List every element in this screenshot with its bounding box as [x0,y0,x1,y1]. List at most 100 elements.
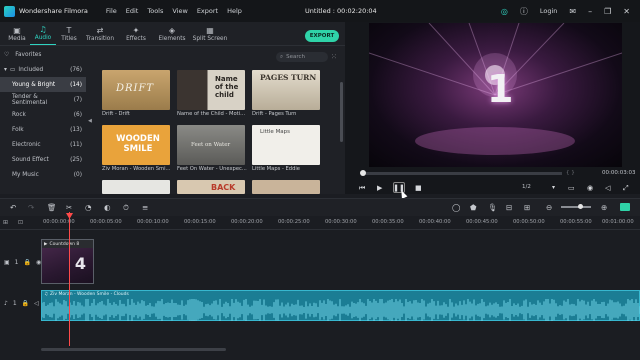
notification-icon[interactable]: ✉ [569,7,576,16]
media-icon: ▣ [13,26,21,35]
seekbar-knob[interactable] [360,170,366,176]
speed-icon[interactable]: ◔ [85,203,92,212]
ruler-tick: 00:01:00:00 [602,219,634,225]
category-tender[interactable]: Tender & Sentimental (7) [0,92,86,107]
link-icon[interactable]: ⊞ [524,203,530,212]
fullscreen-icon[interactable]: ⤢ [623,184,629,193]
menu-help[interactable]: Help [227,7,242,15]
category-favorites[interactable]: ♡ Favorites [0,47,86,62]
zoom-out-icon[interactable]: ⊖ [546,203,552,212]
display-icon[interactable]: ▭ [568,184,575,192]
ratio-dropdown-icon[interactable]: ▾ [552,184,555,191]
play-icon[interactable]: ▶ [377,184,382,192]
info-icon[interactable]: ⓘ [520,6,528,17]
snapshot-icon[interactable]: ◉ [587,184,593,192]
mark-in-out-brackets[interactable]: { } [566,170,575,176]
audio-thumb-name-of-the-child[interactable]: Name of the child [177,70,245,110]
preview-seekbar[interactable] [360,170,562,176]
tab-audio[interactable]: ♫ Audio [30,25,56,45]
step-back-icon[interactable]: ⏮ [359,184,365,193]
menu-export[interactable]: Export [197,7,218,15]
add-track-icon[interactable]: ⊞ [3,219,8,226]
timer-icon[interactable]: ⏱ [123,203,129,213]
stop-icon[interactable]: ■ [415,184,422,192]
ruler-tick: 00:00:30:00 [325,219,357,225]
lock-icon[interactable]: 🔒 [22,300,29,307]
color-icon[interactable]: ◐ [104,203,111,212]
volume-icon[interactable]: ◁ [605,184,610,192]
tab-titles[interactable]: T Titles [56,26,82,45]
preview-timecode: 00:00:03:03 [602,170,636,176]
search-icon: ⌕ [280,53,284,60]
export-button[interactable]: EXPORT [305,30,339,42]
audio-thumb-wooden-smile[interactable]: WOODEN SMILE [102,125,170,165]
playhead-line[interactable] [69,212,70,360]
video-clip-countdown[interactable]: ▶ Countdown 8 4 [41,239,94,284]
category-rock[interactable]: Rock (6) [0,107,86,122]
menu-file[interactable]: File [106,7,117,15]
menu-tools[interactable]: Tools [147,7,163,15]
audio-thumb-pages-turn[interactable]: PAGES TURN [252,70,320,110]
redo-icon[interactable]: ↷ [28,203,34,212]
tab-label: Transition [85,36,115,42]
playback-ratio[interactable]: 1/2 [522,184,531,190]
voiceover-icon[interactable]: 🎙 [488,203,498,212]
category-sound-effect[interactable]: Sound Effect (25) [0,152,86,167]
delete-icon[interactable]: 🗑 [47,203,57,212]
audio-waveform [42,299,640,321]
chevron-down-icon: ▾ [4,66,7,73]
audio-thumb-back[interactable]: BACK [177,180,245,194]
search-input[interactable]: ⌕ Search [276,52,328,62]
tab-elements[interactable]: ◈ Elements [154,26,190,45]
menu-view[interactable]: View [172,7,187,15]
audio-thumb-little-maps[interactable]: Little Maps [252,125,320,165]
tab-split-screen[interactable]: ▦ Split Screen [190,26,230,45]
ruler-tick: 00:00:35:00 [372,219,404,225]
cut-icon[interactable]: ✂ [66,203,72,212]
category-folk[interactable]: Folk (13) [0,122,86,137]
zoom-slider-knob[interactable] [578,204,583,209]
close-icon[interactable]: ✕ [623,7,630,16]
login-button[interactable]: Login [540,7,558,15]
grid-view-icon[interactable]: ⁙ [331,53,337,61]
thumb-art: Feet on Water [191,142,231,148]
pause-toggle-button[interactable] [620,203,630,211]
audio-thumb-row3-c[interactable] [252,180,320,194]
tab-media[interactable]: ▣ Media [4,26,30,45]
tab-effects[interactable]: ✦ Effects [118,26,154,45]
category-electronic[interactable]: Electronic (11) [0,137,86,152]
zoom-slider[interactable] [561,206,591,208]
marker-icon[interactable]: ⬟ [470,203,477,212]
category-label: Folk [12,126,24,133]
audio-clip-wooden-smile[interactable]: ♫ Ziv Moran - Wooden Smile - Clouds [41,290,640,321]
ruler-tick: 00:00:40:00 [419,219,451,225]
title-bar-controls: ◎ ⓘ Login ✉ – ❐ ✕ [501,0,640,22]
timeline-scrollbar[interactable] [41,348,226,351]
lock-icon[interactable]: 🔒 [24,259,31,266]
snap-icon[interactable]: ⊟ [506,203,512,212]
category-young-bright[interactable]: Young & Bright (14) [0,77,86,92]
menu-bar: File Edit Tools View Export Help [106,7,242,15]
folder-icon: ▭ [9,66,16,73]
zoom-in-icon[interactable]: ⊕ [601,203,607,212]
audio-thumb-feet-on-water[interactable]: Feet on Water [177,125,245,165]
collapse-sidebar-icon[interactable]: ◀ [88,118,92,124]
speaker-icon[interactable]: ◁ [34,300,39,307]
transition-icon: ⇄ [96,26,104,35]
audio-thumb-row3-a[interactable] [102,180,170,194]
audio-mixer-icon[interactable]: ≡ [142,203,148,212]
headset-icon[interactable]: ◎ [501,7,508,16]
render-icon[interactable]: ◯ [452,203,460,212]
project-title: Untitled : 00:02:20:04 [305,7,377,15]
tab-transition[interactable]: ⇄ Transition [82,26,118,45]
category-my-music[interactable]: My Music (0) [0,167,86,182]
library-scrollbar[interactable] [340,82,343,142]
undo-icon[interactable]: ↶ [10,203,16,212]
link-track-icon[interactable]: ⊡ [18,219,23,226]
menu-edit[interactable]: Edit [126,7,139,15]
titles-icon: T [66,26,72,35]
audio-thumb-drift[interactable]: DRIFT [102,70,170,110]
category-included[interactable]: ▾ ▭ Included (76) [0,62,86,77]
maximize-icon[interactable]: ❐ [604,7,611,16]
minimize-icon[interactable]: – [588,7,592,16]
